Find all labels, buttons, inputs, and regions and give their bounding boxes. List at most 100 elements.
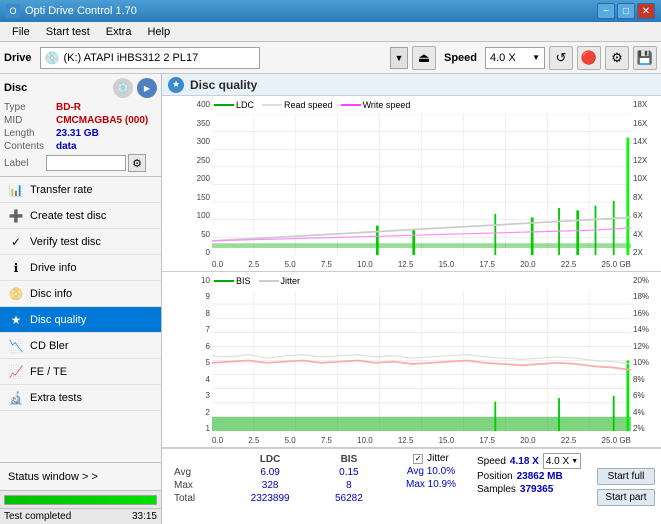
label-input[interactable] [46,155,126,171]
speed-label-text: Speed [477,456,506,467]
jitter-avg-label: Avg [407,466,427,477]
sidebar-item-disc-quality[interactable]: ★ Disc quality [0,307,161,333]
avg-ldc: 6.09 [225,466,314,479]
ldc-chart-svg-container [212,114,631,255]
jitter-max-value: 10.9% [428,479,456,490]
speed-section: Speed 4.18 X 4.0 X ▼ Position 23862 MB S… [471,449,591,524]
content-header: ★ Disc quality [162,74,661,96]
action-buttons: Start full Start part [591,449,661,524]
sidebar-item-verify-test-disc[interactable]: ✓ Verify test disc [0,229,161,255]
max-ldc: 328 [225,479,314,492]
toolbar: Drive 💿 (K:) ATAPI iHBS312 2 PL17 ▼ ⏏ Sp… [0,42,661,74]
type-label: Type [4,102,56,113]
drive-selector[interactable]: 💿 (K:) ATAPI iHBS312 2 PL17 [40,47,260,69]
label-confirm-button[interactable]: ⚙ [128,154,146,172]
disc-label-row: Label ⚙ [4,154,157,172]
legend-ldc-color [214,104,234,106]
menu-start-test[interactable]: Start test [38,24,98,40]
sidebar-item-drive-info[interactable]: ℹ Drive info [0,255,161,281]
chart-legend-bottom: BIS Jitter [214,276,300,286]
sidebar-item-fe-te[interactable]: 📈 FE / TE [0,359,161,385]
status-window-label: Status window > > [8,471,98,483]
speed-dropdown[interactable]: 4.0 X ▼ [543,453,581,469]
content-panel: ★ Disc quality LDC Read speed [162,74,661,524]
settings-button[interactable]: ⚙ [605,46,629,70]
jitter-avg-row: Avg 10.0% [407,466,455,477]
speed-selector[interactable]: 4.0 X ▼ [485,47,545,69]
drive-label: Drive [4,52,32,64]
close-button[interactable]: ✕ [637,3,655,19]
col-header-bis: BIS [315,453,383,466]
samples-row: Samples 379365 [477,484,553,495]
avg-label: Avg [170,466,225,479]
menu-help[interactable]: Help [139,24,178,40]
disc-info-label: Disc info [30,288,72,300]
cd-bler-icon: 📉 [8,338,24,354]
legend-write-speed-color [341,104,361,106]
sidebar-item-create-test-disc[interactable]: ➕ Create test disc [0,203,161,229]
jitter-header-row: ✓ Jitter [413,453,449,464]
window-controls: − □ ✕ [597,3,655,19]
sidebar-item-disc-info[interactable]: 📀 Disc info [0,281,161,307]
legend-bis: BIS [214,276,251,286]
total-label: Total [170,492,225,505]
bis-jitter-chart: BIS Jitter 10 9 8 7 6 5 4 3 [162,272,661,448]
disc-contents-row: Contents data [4,141,157,152]
sidebar-item-extra-tests[interactable]: 🔬 Extra tests [0,385,161,411]
xaxis-top: 0.0 2.5 5.0 7.5 10.0 12.5 15.0 17.5 20.0… [212,260,631,269]
total-ldc: 2323899 [225,492,314,505]
avg-bis: 0.15 [315,466,383,479]
sidebar-item-cd-bler[interactable]: 📉 CD Bler [0,333,161,359]
position-value: 23862 MB [517,471,563,482]
disc-icon: 💿 [113,78,133,98]
contents-label: Contents [4,141,56,152]
verify-test-disc-label: Verify test disc [30,236,101,248]
disc-extra-icon: ▶ [137,78,157,98]
jitter-label: Jitter [427,453,449,464]
disc-quality-label: Disc quality [30,314,86,326]
jitter-checkbox[interactable]: ✓ [413,454,423,464]
position-label: Position [477,471,513,482]
status-text: Test completed [4,511,132,522]
samples-label: Samples [477,484,516,495]
legend-read-speed: Read speed [262,100,333,110]
extra-tests-icon: 🔬 [8,390,24,406]
cd-bler-label: CD Bler [30,340,69,352]
minimize-button[interactable]: − [597,3,615,19]
yaxis-left-bottom: 10 9 8 7 6 5 4 3 2 1 [162,272,212,447]
legend-write-speed-label: Write speed [363,100,411,110]
refresh-button[interactable]: ↺ [549,46,573,70]
legend-ldc: LDC [214,100,254,110]
disc-panel: Disc 💿 ▶ Type BD-R MID CMCMAGBA5 (000) L… [0,74,161,177]
status-window-button[interactable]: Status window > > [0,462,161,490]
jitter-section: ✓ Jitter Avg 10.0% Max 10.9% [391,449,471,524]
menu-extra[interactable]: Extra [98,24,140,40]
disc-info-icon: 📀 [8,286,24,302]
menubar: File Start test Extra Help [0,22,661,42]
jitter-max-row: Max 10.9% [406,479,456,490]
contents-value: data [56,141,77,152]
eject-button[interactable]: ⏏ [412,46,436,70]
burn-button[interactable]: 🔴 [577,46,601,70]
type-value: BD-R [56,102,81,113]
drive-dropdown-arrow[interactable]: ▼ [390,47,408,69]
start-full-button[interactable]: Start full [597,468,655,485]
legend-ldc-label: LDC [236,100,254,110]
charts-area: LDC Read speed Write speed 400 350 30 [162,96,661,524]
xaxis-bottom: 0.0 2.5 5.0 7.5 10.0 12.5 15.0 17.5 20.0… [212,436,631,445]
sidebar-item-transfer-rate[interactable]: 📊 Transfer rate [0,177,161,203]
maximize-button[interactable]: □ [617,3,635,19]
label-label: Label [4,158,46,169]
start-part-button[interactable]: Start part [597,489,655,506]
speed-avg-value: 4.18 X [510,456,539,467]
menu-file[interactable]: File [4,24,38,40]
transfer-rate-icon: 📊 [8,182,24,198]
legend-jitter: Jitter [259,276,301,286]
save-button[interactable]: 💾 [633,46,657,70]
sidebar-progress-fill [5,496,156,504]
legend-bis-label: BIS [236,276,251,286]
disc-quality-icon: ★ [8,312,24,328]
drive-info-label: Drive info [30,262,76,274]
length-label: Length [4,128,56,139]
drive-icon: 💿 [45,51,60,65]
